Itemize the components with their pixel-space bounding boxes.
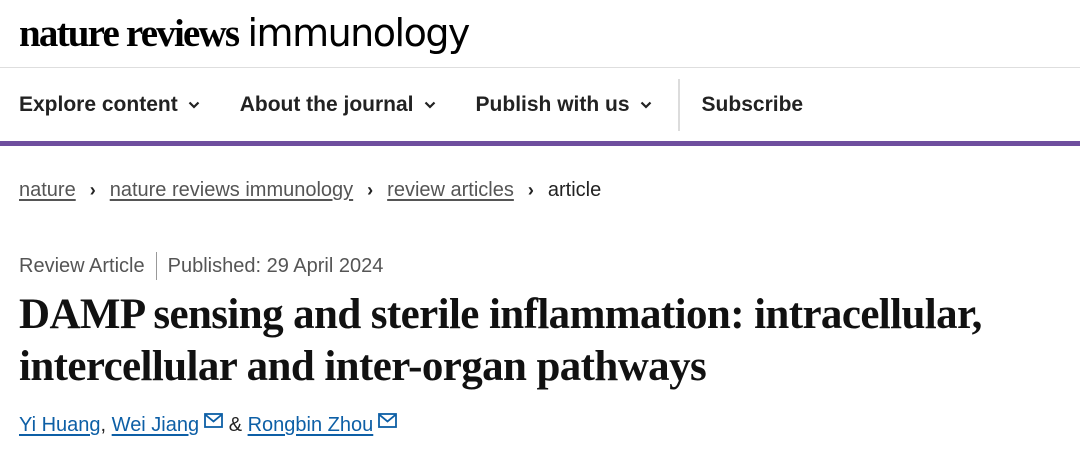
email-icon[interactable]: [378, 413, 398, 428]
breadcrumb-nature-reviews-immunology[interactable]: nature reviews immunology: [110, 179, 353, 202]
chevron-down-icon: [424, 101, 435, 109]
nav-subscribe[interactable]: Subscribe: [702, 93, 804, 117]
breadcrumb-current: article: [547, 179, 602, 201]
author-link[interactable]: Wei Jiang: [112, 414, 199, 437]
author-separator: &: [228, 414, 243, 436]
breadcrumb-nature[interactable]: nature: [19, 179, 76, 202]
nav-about-the-journal-label: About the journal: [239, 92, 414, 116]
nav-divider: [677, 78, 680, 131]
article-meta: Review Article Published: 29 April 2024: [0, 252, 1080, 280]
breadcrumb-separator-icon: ›: [367, 180, 374, 200]
logo-bold-text: nature reviews: [19, 12, 240, 55]
author-separator: ,: [100, 414, 107, 436]
nav-explore-content[interactable]: Explore content: [19, 93, 200, 117]
nav-subscribe-label: Subscribe: [701, 92, 804, 116]
email-icon[interactable]: [204, 413, 224, 428]
author-link[interactable]: Yi Huang: [19, 414, 101, 437]
author-link[interactable]: Rongbin Zhou: [248, 414, 374, 437]
article-title: DAMP sensing and sterile inflammation: i…: [19, 291, 982, 390]
logo-light-text: immunology: [247, 11, 471, 55]
journal-logo[interactable]: nature reviews immunology: [19, 11, 471, 55]
breadcrumb-separator-icon: ›: [527, 180, 534, 200]
breadcrumb-separator-icon: ›: [89, 180, 96, 200]
main-navigation: Explore content About the journal Publis…: [0, 68, 1080, 146]
chevron-down-icon: [640, 101, 651, 109]
nav-about-the-journal[interactable]: About the journal: [240, 93, 436, 117]
chevron-down-icon: [188, 101, 199, 109]
meta-divider: [155, 252, 157, 280]
published-date: Published: 29 April 2024: [167, 254, 384, 277]
nav-publish-with-us[interactable]: Publish with us: [476, 93, 652, 117]
nav-publish-with-us-label: Publish with us: [475, 92, 630, 116]
article-type: Review Article: [19, 254, 145, 277]
breadcrumb: nature › nature reviews immunology › rev…: [0, 179, 1080, 202]
nav-explore-content-label: Explore content: [19, 92, 178, 116]
site-header: nature reviews immunology: [0, 0, 1080, 68]
author-list: Yi Huang , Wei Jiang & Rongbin Zhou: [0, 413, 1080, 437]
breadcrumb-review-articles[interactable]: review articles: [387, 179, 514, 202]
